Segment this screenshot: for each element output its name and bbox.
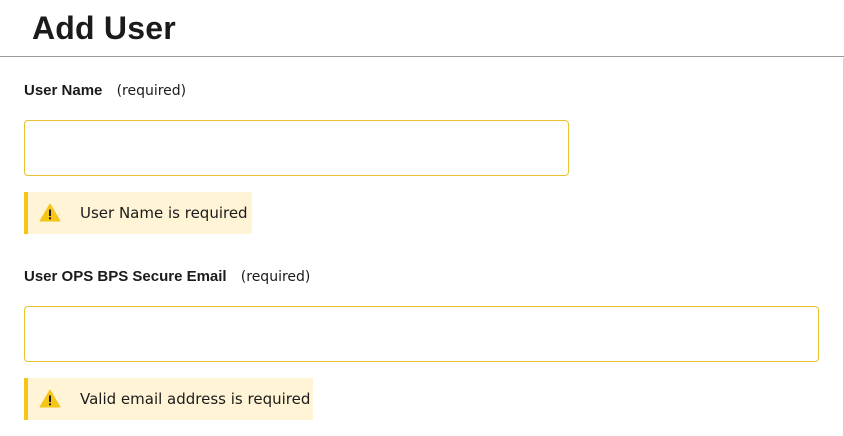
secure-email-error-alert: Valid email address is required: [24, 378, 313, 420]
secure-email-error-text: Valid email address is required: [80, 390, 311, 408]
user-name-error-text: User Name is required: [80, 204, 248, 222]
secure-email-label: User OPS BPS Secure Email (required): [24, 267, 310, 287]
user-name-error-alert: User Name is required: [24, 192, 252, 234]
add-user-page: Add User User Name (required) User Name …: [0, 0, 844, 436]
warning-icon: [38, 387, 62, 411]
user-name-input[interactable]: [24, 120, 569, 176]
secure-email-required-note: (required): [240, 269, 311, 285]
user-name-label: User Name (required): [24, 81, 186, 101]
page-title: Add User: [32, 10, 176, 46]
warning-icon: [38, 201, 62, 225]
user-name-label-text: User Name: [24, 82, 103, 99]
user-name-required-note: (required): [116, 83, 187, 99]
page-header: Add User: [0, 0, 844, 57]
secure-email-input[interactable]: [24, 306, 819, 362]
secure-email-label-text: User OPS BPS Secure Email: [24, 268, 227, 285]
